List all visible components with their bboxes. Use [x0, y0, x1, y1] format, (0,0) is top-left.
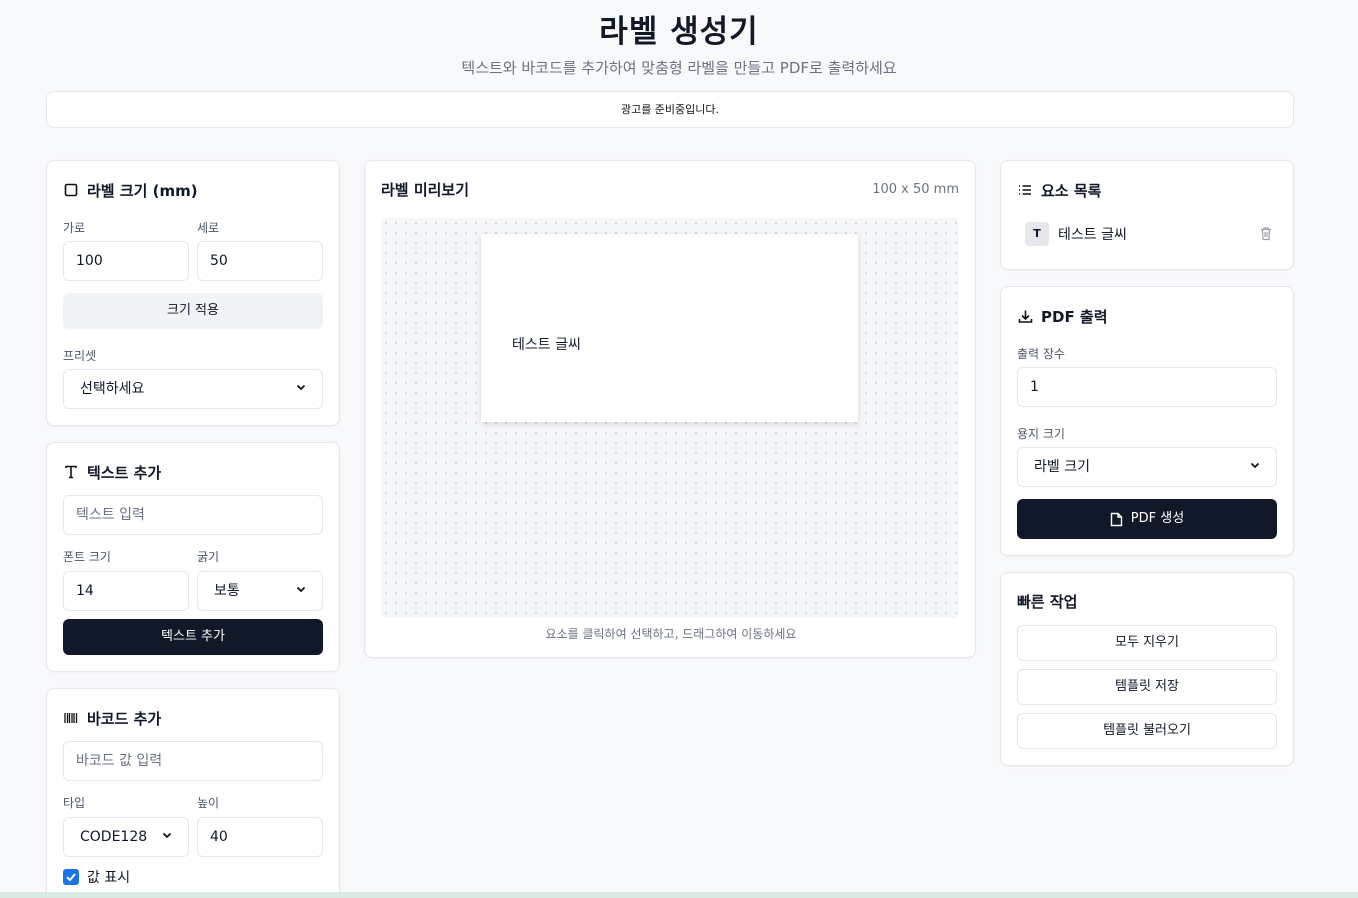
text-add-card: 텍스트 추가 폰트 크기 굵기 14 보통 텍스트 추가 — [46, 442, 340, 672]
page-title: 라벨 생성기 — [599, 14, 759, 50]
quick-actions-title: 빠른 작업 — [1017, 593, 1078, 611]
elements-list-title-text: 요소 목록 — [1041, 181, 1102, 200]
paper-size-select-value: 라벨 크기 — [1034, 459, 1090, 475]
show-value-checkbox[interactable] — [63, 869, 79, 885]
font-size-input[interactable]: 14 — [63, 571, 189, 611]
preset-select[interactable]: 선택하세요 — [63, 369, 323, 409]
generate-pdf-label: PDF 생성 — [1130, 511, 1185, 526]
chevron-down-icon — [1250, 448, 1260, 486]
ad-banner: 광고를 준비중입니다. — [46, 91, 1294, 128]
list-item[interactable]: T 테스트 글씨 — [1025, 221, 1279, 247]
add-text-button[interactable]: 텍스트 추가 — [63, 619, 323, 655]
preset-select-value: 선택하세요 — [80, 381, 145, 397]
preview-size-text: 100 x 50 mm — [872, 182, 959, 197]
quick-actions-card: 빠른 작업 모두 지우기 템플릿 저장 템플릿 불러오기 — [1000, 572, 1294, 766]
text-add-title-text: 텍스트 추가 — [87, 463, 162, 482]
font-size-label: 폰트 크기 — [63, 550, 111, 564]
text-input[interactable] — [63, 495, 323, 535]
chevron-down-icon — [296, 370, 306, 408]
elements-list-title: 요소 목록 — [1017, 179, 1101, 201]
chevron-down-icon — [162, 818, 172, 856]
generate-pdf-button[interactable]: PDF 생성 — [1017, 499, 1277, 539]
preview-hint: 요소를 클릭하여 선택하고, 드래그하여 이동하세요 — [545, 627, 797, 641]
width-input[interactable]: 100 — [63, 241, 189, 281]
weight-select[interactable]: 보통 — [197, 571, 323, 611]
barcode-value-input[interactable] — [63, 741, 323, 781]
barcode-add-title: 바코드 추가 — [63, 707, 161, 729]
load-template-button[interactable]: 템플릿 불러오기 — [1017, 713, 1277, 749]
bottom-bar — [0, 892, 1358, 898]
paper-size-label: 용지 크기 — [1017, 427, 1065, 441]
copies-label: 출력 장수 — [1017, 347, 1065, 361]
paper-size-select[interactable]: 라벨 크기 — [1017, 447, 1277, 487]
download-icon — [1017, 308, 1033, 324]
checkmark-icon — [66, 873, 76, 882]
trash-icon[interactable] — [1259, 226, 1273, 245]
list-icon — [1017, 182, 1033, 198]
weight-select-value: 보통 — [214, 583, 240, 599]
elements-list-card: 요소 목록 T 테스트 글씨 — [1000, 160, 1294, 270]
element-label: 테스트 글씨 — [1058, 227, 1127, 243]
barcode-type-select-value: CODE128 — [80, 829, 148, 845]
label-size-card: 라벨 크기 (mm) 가로 세로 100 50 크기 적용 프리셋 선택하세요 — [46, 160, 340, 426]
pdf-output-title: PDF 출력 — [1017, 305, 1108, 327]
clear-all-button[interactable]: 모두 지우기 — [1017, 625, 1277, 661]
pdf-output-title-text: PDF 출력 — [1041, 307, 1108, 326]
square-icon — [63, 182, 79, 198]
preview-card: 라벨 미리보기 100 x 50 mm 테스트 글씨 요소를 클릭하여 선택하고… — [364, 160, 976, 658]
preset-label: 프리셋 — [63, 349, 97, 363]
canvas-text-element[interactable]: 테스트 글씨 — [512, 334, 581, 354]
page-subtitle: 텍스트와 바코드를 추가하여 맞춤형 라벨을 만들고 PDF로 출력하세요 — [461, 59, 897, 77]
preview-title: 라벨 미리보기 — [381, 181, 470, 199]
height-input[interactable]: 50 — [197, 241, 323, 281]
show-value-row: 값 표시 — [63, 867, 130, 887]
barcode-height-input[interactable]: 40 — [197, 817, 323, 857]
chevron-down-icon — [296, 572, 306, 610]
label-canvas[interactable]: 테스트 글씨 — [481, 234, 858, 422]
page-header: 라벨 생성기 텍스트와 바코드를 추가하여 맞춤형 라벨을 만들고 PDF로 출… — [0, 0, 1358, 78]
label-size-title: 라벨 크기 (mm) — [63, 179, 198, 201]
text-type-icon — [63, 464, 79, 480]
height-label: 세로 — [197, 221, 220, 235]
barcode-icon — [63, 710, 79, 726]
barcode-type-label: 타입 — [63, 796, 86, 810]
file-icon — [1110, 512, 1122, 526]
weight-label: 굵기 — [197, 550, 220, 564]
apply-size-button[interactable]: 크기 적용 — [63, 293, 323, 329]
copies-input[interactable]: 1 — [1017, 367, 1277, 407]
preview-area: 테스트 글씨 — [381, 218, 959, 618]
show-value-label: 값 표시 — [87, 870, 131, 886]
barcode-add-title-text: 바코드 추가 — [87, 709, 162, 728]
save-template-button[interactable]: 템플릿 저장 — [1017, 669, 1277, 705]
barcode-type-select[interactable]: CODE128 — [63, 817, 189, 857]
text-add-title: 텍스트 추가 — [63, 461, 161, 483]
element-type-badge: T — [1025, 222, 1049, 246]
pdf-output-card: PDF 출력 출력 장수 1 용지 크기 라벨 크기 PDF 생성 — [1000, 286, 1294, 556]
width-label: 가로 — [63, 221, 86, 235]
label-size-title-text: 라벨 크기 (mm) — [87, 181, 198, 200]
barcode-add-card: 바코드 추가 타입 높이 CODE128 40 값 표시 — [46, 688, 340, 898]
barcode-height-label: 높이 — [197, 796, 220, 810]
